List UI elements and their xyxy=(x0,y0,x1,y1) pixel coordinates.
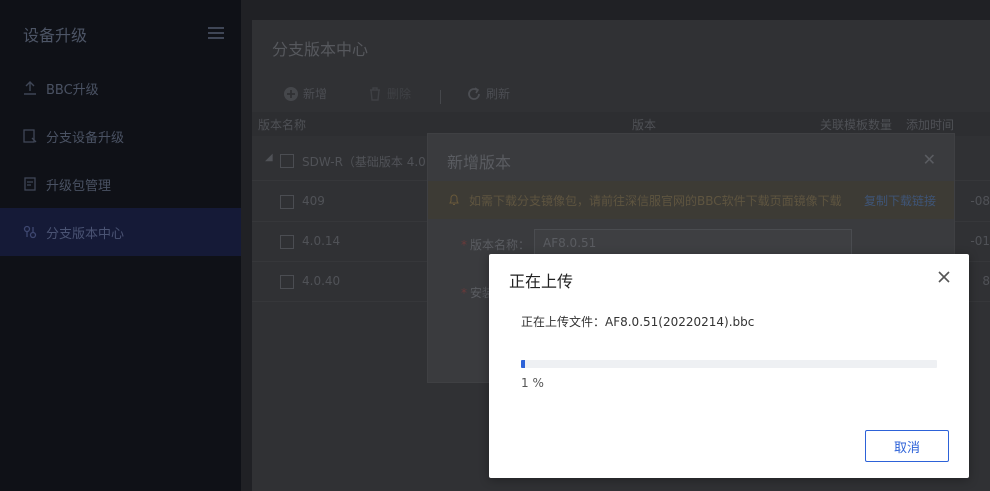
row-checkbox[interactable] xyxy=(280,195,294,209)
add-button-label: 新增 xyxy=(303,87,328,101)
sidebar-item-branch-device-upgrade[interactable]: 分支设备升级 xyxy=(0,112,241,160)
version-center-icon xyxy=(22,224,38,240)
row-checkbox[interactable] xyxy=(280,235,294,249)
sidebar-item-label: 升级包管理 xyxy=(46,178,112,194)
delete-button-label: 删除 xyxy=(387,87,412,101)
row-added-time: -01 xyxy=(970,234,990,248)
page-title: 分支版本中心 xyxy=(272,40,369,59)
plus-circle-icon xyxy=(284,86,298,101)
progress-percent-text: 1 % xyxy=(521,376,544,390)
group-row-label: SDW-R（基础版本 4.0 xyxy=(302,155,426,169)
row-name: 4.0.40 xyxy=(302,274,341,288)
sidebar-title: 设备升级 xyxy=(23,26,88,45)
close-icon[interactable] xyxy=(937,270,951,284)
sidebar-item-bbc-upgrade[interactable]: BBC升级 xyxy=(0,64,241,112)
trash-icon xyxy=(370,86,380,101)
bell-icon xyxy=(449,194,459,205)
toolbar: 新增 删除 刷新 xyxy=(252,77,990,111)
progress-bar xyxy=(521,360,937,368)
delete-button[interactable]: 删除 xyxy=(367,85,411,102)
column-header-name: 版本名称 xyxy=(258,118,307,132)
upload-message: 正在上传文件：AF8.0.51(20220214).bbc xyxy=(521,315,755,329)
row-checkbox[interactable] xyxy=(280,275,294,289)
dialog-title: 正在上传 xyxy=(509,272,574,291)
column-header-added-time: 添加时间 xyxy=(906,118,955,132)
menu-toggle-icon[interactable] xyxy=(208,27,224,39)
toolbar-divider xyxy=(440,90,441,104)
refresh-icon xyxy=(468,86,480,100)
version-name-input[interactable]: AF8.0.51 xyxy=(534,229,852,257)
sidebar-item-label: 分支设备升级 xyxy=(46,130,125,146)
row-checkbox[interactable] xyxy=(280,154,294,168)
progress-bar-fill xyxy=(521,360,526,368)
refresh-button[interactable]: 刷新 xyxy=(466,85,510,102)
cancel-button[interactable]: 取消 xyxy=(865,430,949,462)
row-added-time: -08 xyxy=(970,194,990,208)
package-icon xyxy=(22,176,38,192)
sidebar-item-branch-version-center[interactable]: 分支版本中心 xyxy=(0,208,241,256)
copy-download-link[interactable]: 复制下载链接 xyxy=(864,192,936,209)
sidebar: 设备升级 BBC升级 分支设备升级 升级包管理 分支版本中心 xyxy=(0,0,241,491)
column-header-linked-count: 关联模板数量 xyxy=(820,118,893,132)
row-added-time: 8 xyxy=(982,274,990,288)
notice-bar: 如需下载分支镜像包，请前往深信服官网的BBC软件下载页面镜像下载 复制下载链接 xyxy=(428,181,954,219)
sidebar-item-label: BBC升级 xyxy=(46,82,99,98)
sidebar-item-package-management[interactable]: 升级包管理 xyxy=(0,160,241,208)
device-upgrade-icon xyxy=(22,128,38,144)
dialog-title: 新增版本 xyxy=(447,153,512,172)
close-icon[interactable]: ✕ xyxy=(923,150,936,169)
notice-text: 如需下载分支镜像包，请前往深信服官网的BBC软件下载页面镜像下载 xyxy=(469,194,842,208)
upload-dialog: 正在上传 正在上传文件：AF8.0.51(20220214).bbc 1 % 取… xyxy=(489,254,969,478)
row-name: 4.0.14 xyxy=(302,234,341,248)
refresh-button-label: 刷新 xyxy=(486,87,511,101)
sidebar-item-label: 分支版本中心 xyxy=(46,226,125,242)
expand-triangle-icon[interactable]: ◢ xyxy=(265,152,273,163)
upload-icon xyxy=(22,80,38,96)
add-button[interactable]: 新增 xyxy=(283,85,327,102)
row-name: 409 xyxy=(302,194,325,208)
version-name-label: * 版本名称： xyxy=(461,238,531,252)
column-header-version: 版本 xyxy=(632,118,657,132)
